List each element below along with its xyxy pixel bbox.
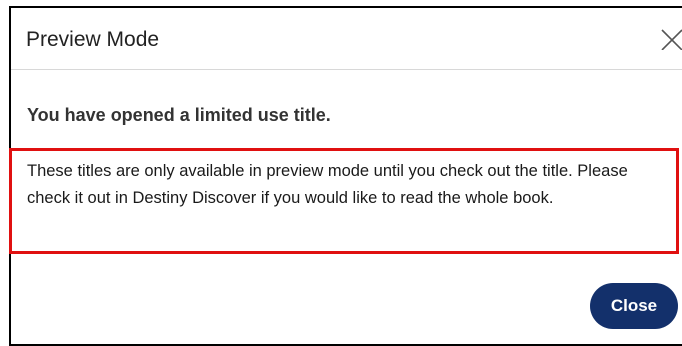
dialog-heading: You have opened a limited use title.: [27, 105, 331, 125]
close-icon[interactable]: [660, 28, 682, 51]
dialog-message: These titles are only available in previ…: [27, 162, 628, 207]
dialog-title: Preview Mode: [26, 28, 160, 51]
header-divider: [11, 69, 682, 70]
close-button[interactable]: Close: [590, 283, 678, 329]
